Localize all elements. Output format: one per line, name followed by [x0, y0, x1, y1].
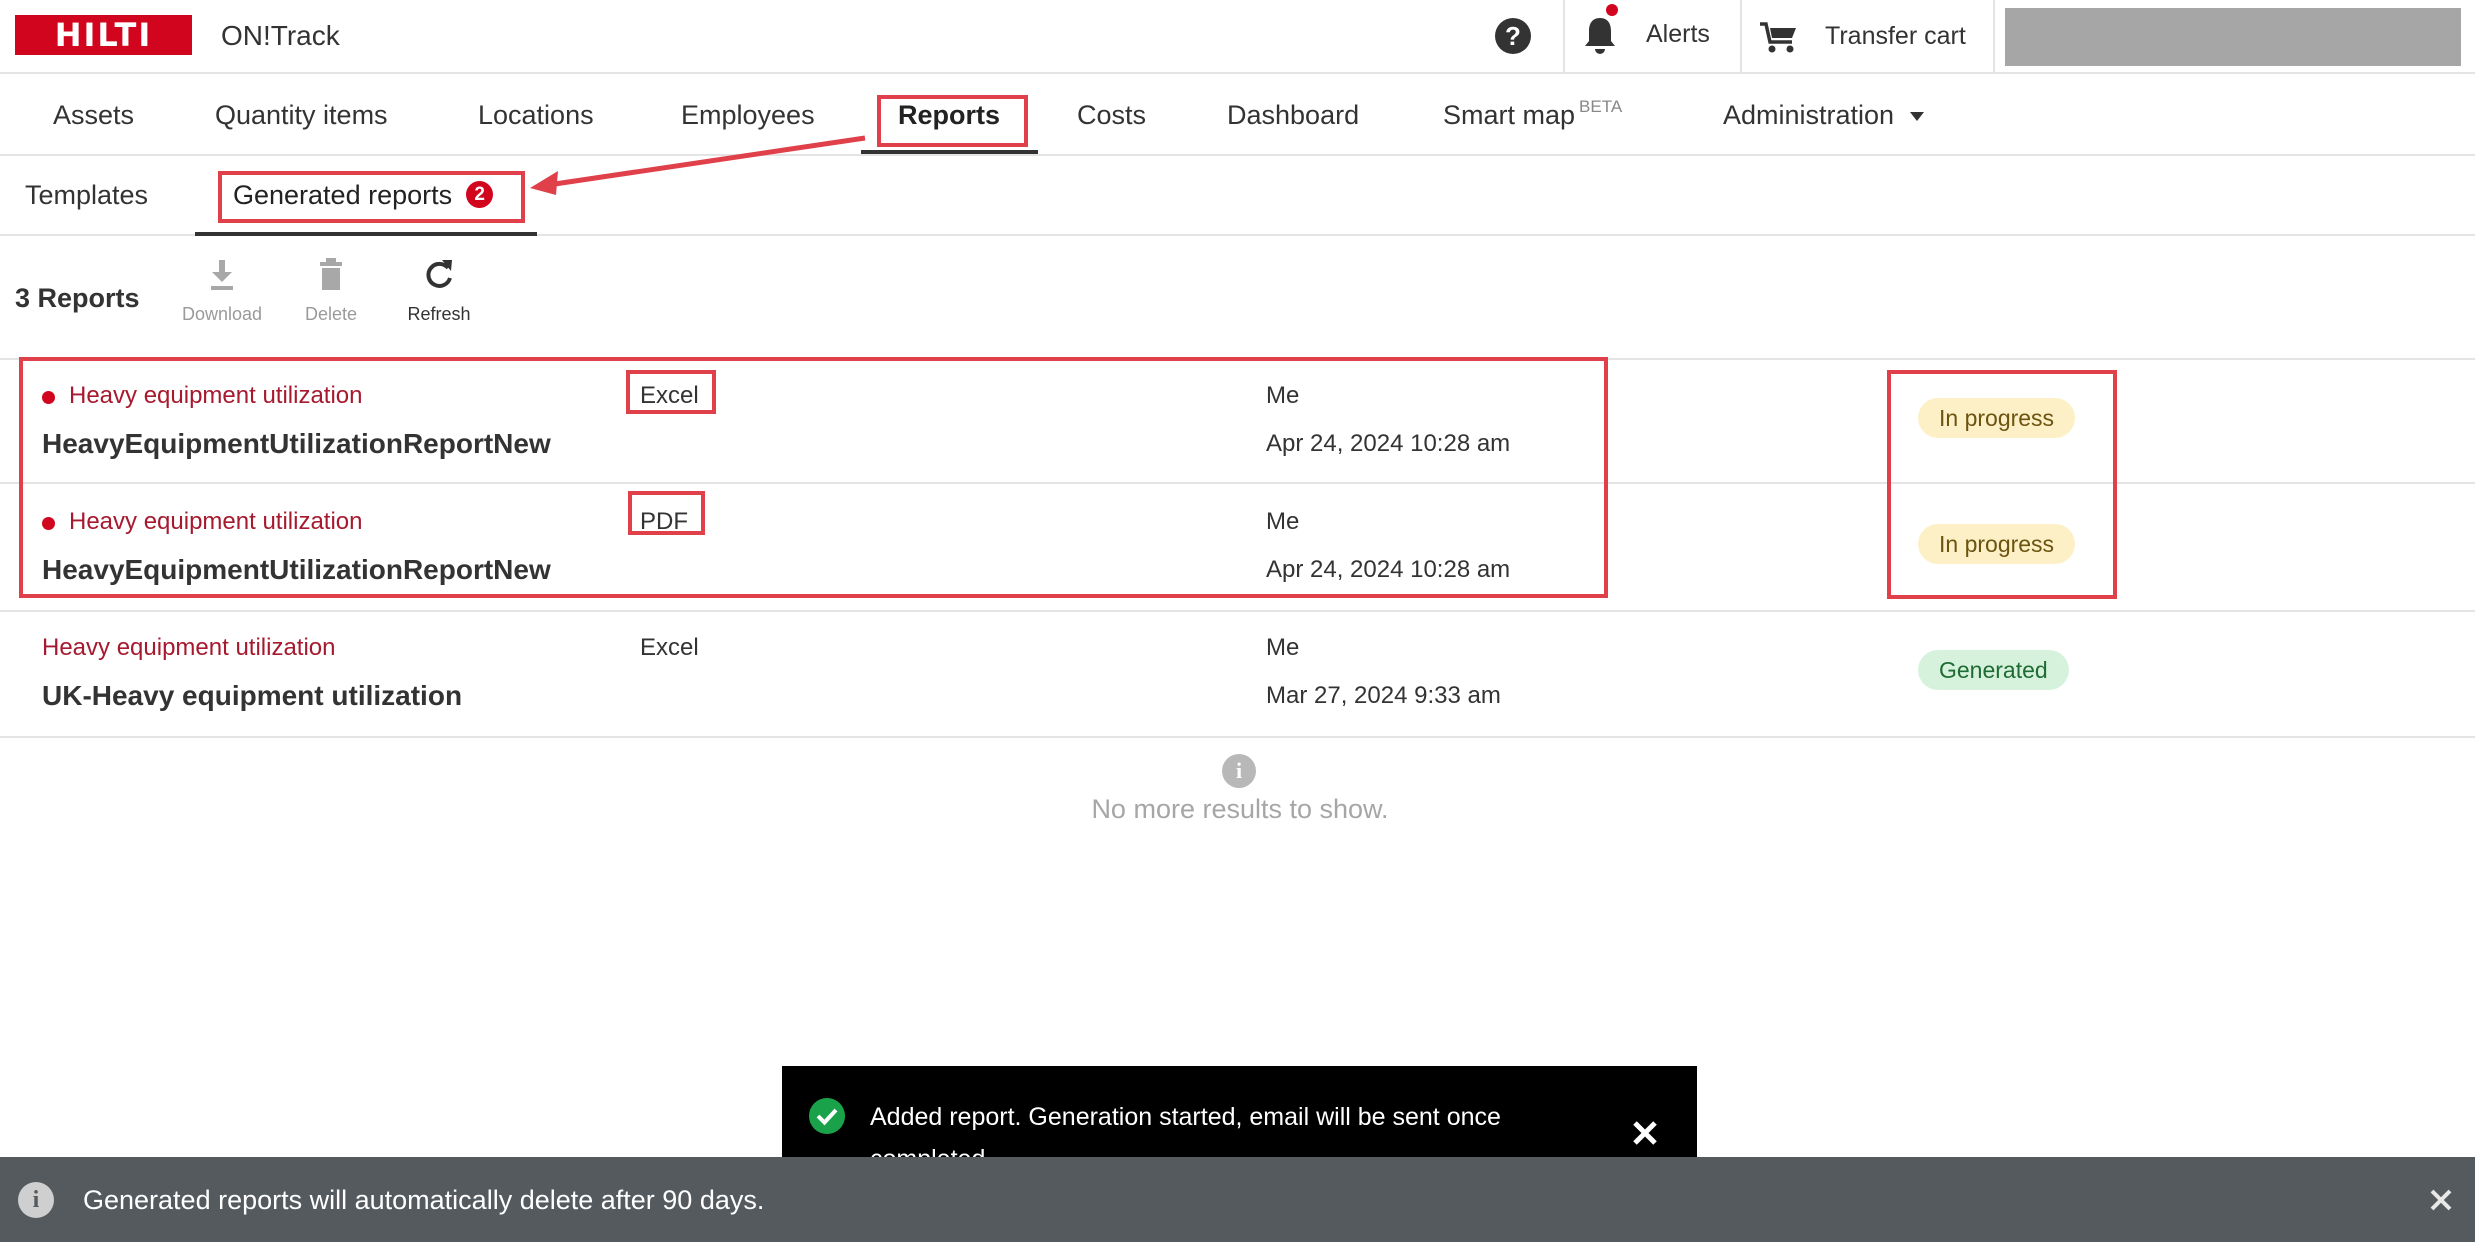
nav-smart-map[interactable]: Smart map BETA: [1443, 97, 1623, 131]
report-date: Mar 27, 2024 9:33 am: [1266, 682, 1501, 709]
reports-count: 3 Reports: [15, 283, 140, 313]
report-format: Excel: [640, 382, 699, 409]
report-owner: Me: [1266, 634, 1300, 661]
status-badge: Generated: [1918, 650, 2069, 690]
cart-icon[interactable]: [1758, 18, 1800, 54]
report-format: Excel: [640, 634, 699, 661]
status-badge: In progress: [1918, 398, 2076, 438]
report-format: PDF: [640, 508, 688, 535]
reports-sub-navigation: Templates Generated reports 2: [0, 156, 2475, 236]
bell-icon[interactable]: [1580, 14, 1620, 58]
nav-costs[interactable]: Costs: [1077, 100, 1146, 131]
header-divider: [1563, 0, 1565, 72]
nav-locations[interactable]: Locations: [478, 100, 594, 131]
dropdown-caret-icon: [1910, 112, 1925, 122]
nav-smart-map-label: Smart map: [1443, 100, 1576, 130]
refresh-label: Refresh: [407, 304, 471, 324]
app-name: ON!Track: [221, 20, 340, 51]
no-more-results-text: No more results to show.: [1091, 794, 1389, 824]
status-badge: In progress: [1918, 524, 2076, 564]
header-divider: [1993, 0, 1995, 72]
auto-delete-info-bar: i Generated reports will automatically d…: [0, 1157, 2475, 1242]
trash-icon: [320, 258, 342, 290]
transfer-cart-label[interactable]: Transfer cart: [1825, 22, 1966, 51]
alert-indicator-dot: [1606, 4, 1618, 16]
report-name: UK-Heavy equipment utilization: [42, 680, 463, 711]
report-row[interactable]: Heavy equipment utilization UK-Heavy equ…: [0, 612, 2475, 738]
app-header: HILTI ON!Track ? Alerts Transfer cart: [0, 0, 2475, 74]
active-tab-underline: [195, 232, 537, 236]
tab-templates[interactable]: Templates: [25, 180, 148, 211]
report-name: HeavyEquipmentUtilizationReportNew: [42, 554, 551, 585]
report-date: Apr 24, 2024 10:28 am: [1266, 430, 1511, 457]
active-nav-underline: [861, 150, 1038, 154]
tab-generated-reports-label: Generated reports: [233, 180, 453, 210]
report-name: HeavyEquipmentUtilizationReportNew: [42, 428, 551, 459]
unread-dot: [42, 517, 55, 530]
alerts-label[interactable]: Alerts: [1646, 20, 1710, 49]
download-button[interactable]: Download: [172, 254, 272, 325]
header-divider: [1740, 0, 1742, 72]
refresh-icon: [426, 260, 452, 288]
report-owner: Me: [1266, 382, 1300, 409]
hilti-logo[interactable]: HILTI: [15, 15, 192, 55]
tab-generated-reports[interactable]: Generated reports 2: [233, 180, 494, 211]
nav-reports[interactable]: Reports: [898, 100, 1000, 131]
beta-badge: BETA: [1579, 97, 1623, 116]
nav-quantity-items[interactable]: Quantity items: [215, 100, 388, 131]
user-account-area[interactable]: [2005, 8, 2461, 66]
auto-delete-notice: Generated reports will automatically del…: [83, 1185, 765, 1215]
main-navigation: Assets Quantity items Locations Employee…: [0, 74, 2475, 156]
report-owner: Me: [1266, 508, 1300, 535]
report-row[interactable]: Heavy equipment utilization HeavyEquipme…: [0, 358, 2475, 484]
unread-dot: [42, 391, 55, 404]
report-template-name: Heavy equipment utilization: [42, 634, 336, 661]
download-label: Download: [181, 304, 263, 324]
nav-assets[interactable]: Assets: [53, 100, 134, 131]
download-icon: [211, 260, 233, 290]
report-row[interactable]: Heavy equipment utilization HeavyEquipme…: [0, 486, 2475, 612]
close-icon[interactable]: [1630, 1118, 1660, 1148]
delete-button[interactable]: Delete: [281, 254, 381, 325]
close-icon[interactable]: [2428, 1187, 2454, 1213]
report-template-name: Heavy equipment utilization: [69, 508, 363, 535]
nav-administration-label: Administration: [1723, 100, 1895, 130]
info-icon: i: [18, 1182, 54, 1218]
nav-dashboard[interactable]: Dashboard: [1227, 100, 1359, 131]
refresh-button[interactable]: Refresh: [389, 254, 489, 325]
nav-employees[interactable]: Employees: [681, 100, 815, 131]
info-icon: i: [1222, 754, 1256, 788]
report-template-name: Heavy equipment utilization: [69, 382, 363, 409]
report-date: Apr 24, 2024 10:28 am: [1266, 556, 1511, 583]
nav-administration[interactable]: Administration: [1723, 100, 1925, 131]
check-circle-icon: [809, 1098, 845, 1134]
delete-label: Delete: [304, 304, 358, 324]
help-icon[interactable]: ?: [1495, 18, 1531, 54]
generated-count-badge: 2: [466, 181, 494, 209]
